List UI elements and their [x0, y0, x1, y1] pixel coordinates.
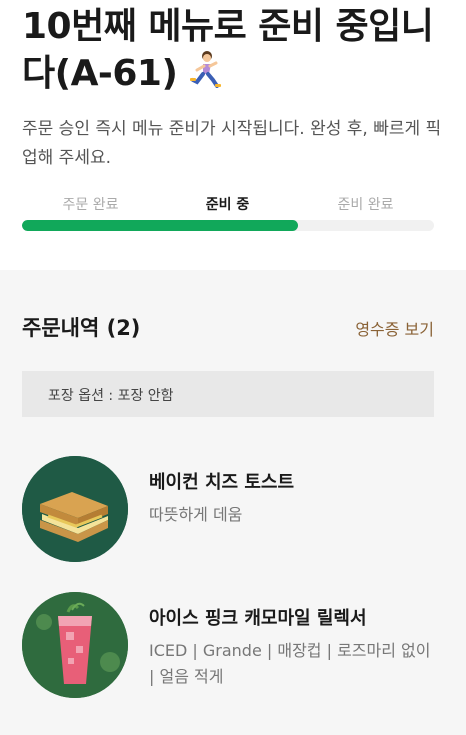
progress-steps: 주문 완료 준비 중 준비 완료	[22, 194, 434, 216]
progress-bar-fill	[22, 220, 299, 231]
packaging-option-box: 포장 옵션 : 포장 안함	[22, 371, 434, 417]
item-name: 베이컨 치즈 토스트	[149, 472, 295, 493]
step-preparing: 준비 중	[205, 197, 250, 213]
item-description: 따뜻하게 데움	[149, 505, 243, 524]
step-order-complete: 주문 완료	[62, 197, 119, 213]
page-title-text: 10번째 메뉴로 준비 중입니다(A-61)	[22, 6, 434, 94]
order-item: 아이스 핑크 캐모마일 릴렉서 ICED | Grande | 매장컵 | 로즈…	[22, 592, 442, 702]
order-list-title: 주문내역 (2)	[22, 316, 141, 340]
order-item: 베이컨 치즈 토스트 따뜻하게 데움	[22, 456, 442, 566]
progress-bar	[22, 220, 434, 231]
order-status-header: 10번째 메뉴로 준비 중입니다(A-61) 주문 승인 즉시 메뉴 준비가 시…	[0, 0, 466, 270]
status-description: 주문 승인 즉시 메뉴 준비가 시작됩니다. 완성 후, 빠르게 픽업해 주세요…	[22, 119, 442, 168]
item-description: ICED | Grande | 매장컵 | 로즈마리 없이 | 얼음 적게	[149, 641, 431, 686]
item-name: 아이스 핑크 캐모마일 릴렉서	[149, 608, 367, 629]
page-title: 10번째 메뉴로 준비 중입니다(A-61)	[22, 4, 452, 100]
pink-iced-drink-image-icon	[22, 592, 128, 698]
order-details-section: 주문내역 (2) 영수증 보기 포장 옵션 : 포장 안함 베이컨 치즈 토스트…	[0, 270, 466, 735]
running-woman-icon	[183, 50, 223, 100]
view-receipt-link[interactable]: 영수증 보기	[355, 316, 434, 340]
packaging-option-text: 포장 옵션 : 포장 안함	[48, 388, 174, 404]
step-ready: 준비 완료	[337, 197, 394, 213]
toast-sandwich-image-icon	[22, 456, 128, 562]
